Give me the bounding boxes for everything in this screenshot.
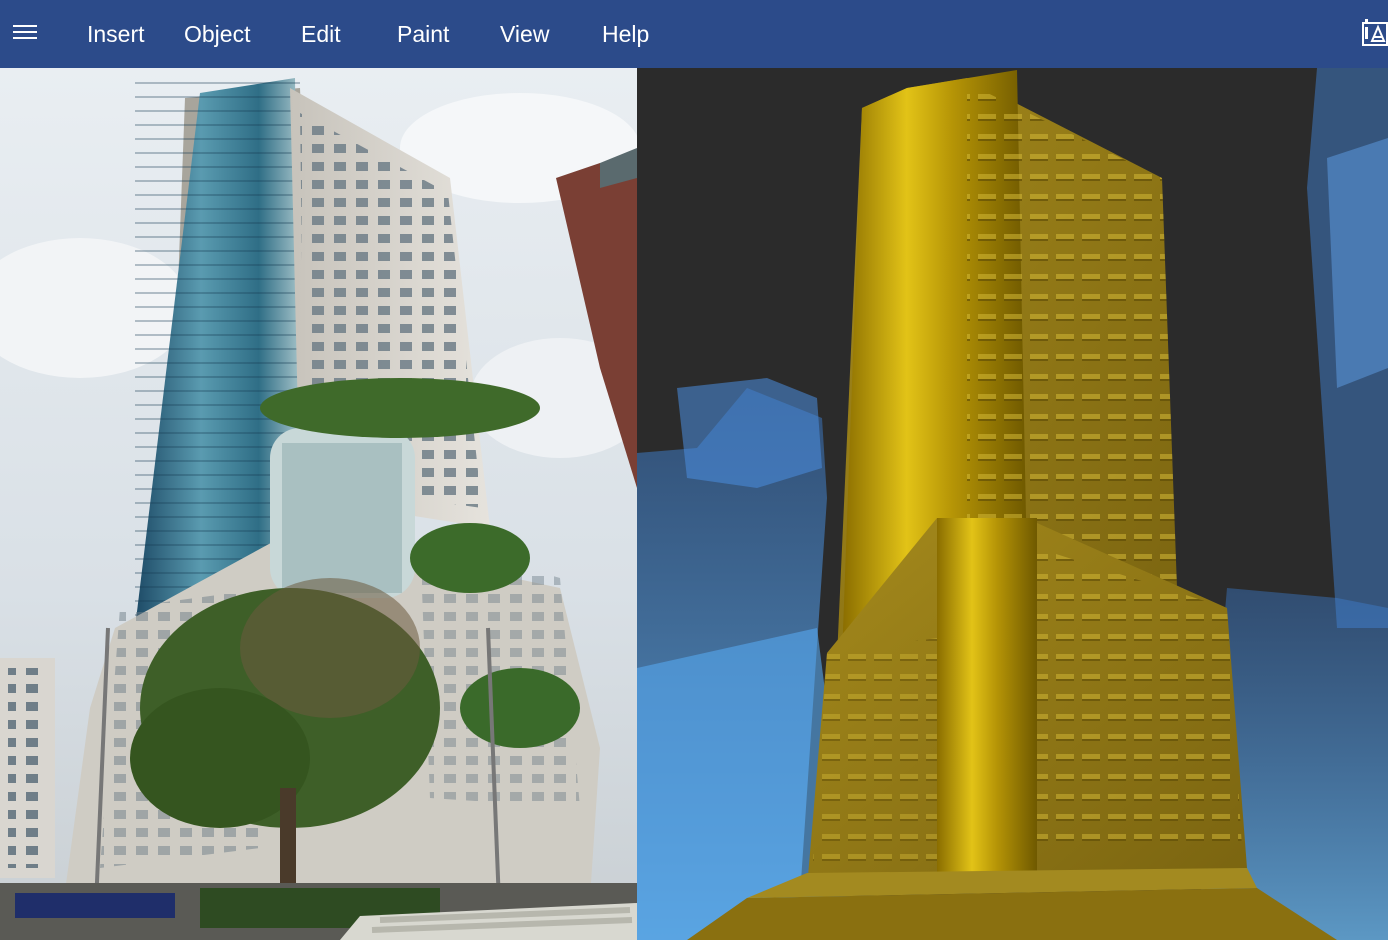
- menu-paint[interactable]: Paint: [397, 18, 449, 50]
- viewport: [0, 68, 1388, 940]
- app-window: Insert Object Edit Paint View Help: [0, 0, 1388, 940]
- menu-edit[interactable]: Edit: [301, 18, 341, 50]
- menu-help[interactable]: Help: [602, 18, 649, 50]
- menu-object[interactable]: Object: [184, 18, 250, 50]
- menu-view[interactable]: View: [500, 18, 549, 50]
- menu-bar: Insert Object Edit Paint View Help: [0, 0, 1388, 68]
- image-compare-icon[interactable]: [1361, 17, 1388, 47]
- 3d-model-render[interactable]: [637, 68, 1388, 940]
- reference-photo: [0, 68, 637, 940]
- menu-insert[interactable]: Insert: [87, 18, 145, 50]
- hamburger-menu-icon[interactable]: [13, 25, 37, 39]
